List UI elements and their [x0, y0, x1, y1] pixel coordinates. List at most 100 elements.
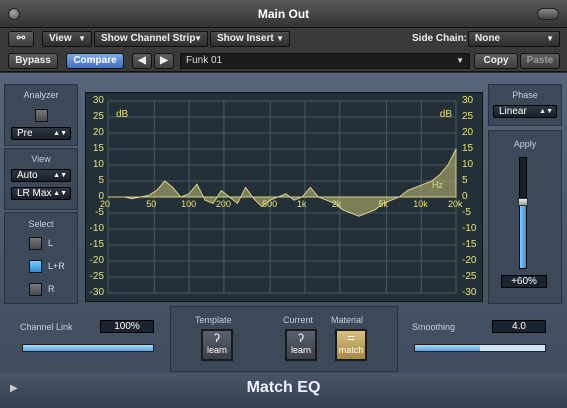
smoothing-value[interactable]: 4.0	[492, 320, 546, 333]
db-tick-right: 25	[462, 111, 474, 122]
view-title: View	[31, 154, 51, 164]
view-scale-menu[interactable]: Auto ▲▼	[11, 169, 71, 182]
select-lr-checkbox[interactable]	[29, 260, 42, 273]
select-r-label: R	[48, 284, 55, 294]
channel-link-panel: Channel Link 100%	[4, 308, 166, 370]
channel-link-value[interactable]: 100%	[100, 320, 154, 333]
next-preset-button[interactable]: ▶	[154, 53, 174, 69]
compare-button[interactable]: Compare	[66, 53, 124, 69]
freq-tick: 10k	[413, 199, 428, 209]
copy-button[interactable]: Copy	[474, 53, 518, 69]
apply-panel: Apply +60%	[488, 130, 562, 304]
material-match-label: match	[338, 345, 364, 355]
db-tick-left: 25	[92, 111, 104, 122]
db-tick-right: -20	[462, 255, 477, 266]
db-tick-left: 15	[92, 143, 104, 154]
select-r-checkbox[interactable]	[29, 283, 42, 296]
db-tick-right: 20	[462, 127, 474, 138]
apply-slider-fill	[520, 202, 526, 268]
side-chain-menu[interactable]: None ▼	[468, 31, 560, 47]
template-learn-button[interactable]: ʔ learn	[201, 329, 233, 361]
db-tick-right: 15	[462, 143, 474, 154]
select-lr-label: L+R	[48, 261, 65, 271]
apply-slider[interactable]	[518, 157, 528, 269]
eq-curve	[108, 148, 457, 217]
equals-icon: =	[347, 330, 355, 345]
db-tick-left: -10	[89, 223, 104, 234]
preset-menu[interactable]: Funk 01 ▼	[180, 53, 470, 69]
toolbar-toggle-button[interactable]	[537, 8, 559, 20]
ear-icon: ʔ	[214, 331, 220, 345]
db-unit-left: dB	[116, 109, 129, 120]
toolbar-top: ⚯ View ▼ Show Channel Strip ▼ Show Insert ▼…	[0, 28, 567, 50]
chevron-down-icon: ▼	[456, 56, 464, 65]
db-tick-left: 30	[92, 95, 104, 106]
toolbar-bottom: Bypass Compare ◀ ▶ Funk 01 ▼ Copy Paste	[0, 50, 567, 72]
match-panel: Template ʔ learn Current ʔ learn Materia…	[170, 306, 398, 372]
current-learn-label: learn	[290, 345, 311, 355]
freq-tick: 20	[100, 199, 111, 209]
db-tick-right: -5	[462, 207, 471, 218]
view-channels-menu[interactable]: LR Max ▲▼	[11, 187, 71, 200]
side-chain-label: Side Chain:	[412, 33, 468, 44]
db-tick-right: 5	[462, 175, 468, 186]
previous-preset-button[interactable]: ◀	[132, 53, 152, 69]
analyzer-panel: Analyzer Pre ▲▼	[4, 84, 78, 146]
db-tick-left: 20	[92, 127, 104, 138]
apply-title: Apply	[513, 139, 537, 149]
db-tick-right: 10	[462, 159, 474, 170]
db-tick-right: 0	[462, 191, 468, 202]
eq-graph[interactable]: dB dB Hz 30 30 25 25 20 20 15 15 10 10 5 5 0 0 -5 -5 -10…	[85, 92, 483, 302]
smoothing-slider[interactable]	[414, 344, 546, 352]
db-tick-right: -15	[462, 239, 477, 250]
phase-panel: Phase Linear ▲▼	[488, 84, 562, 126]
view-menu[interactable]: View ▼	[42, 31, 92, 47]
template-learn-label: learn	[206, 345, 227, 355]
select-panel: Select L L+R R	[4, 212, 78, 304]
db-tick-right: 30	[462, 95, 474, 106]
ear-icon: ʔ	[298, 331, 304, 345]
db-tick-left: -30	[89, 287, 104, 298]
material-title: Material	[331, 315, 364, 325]
analyzer-toggle[interactable]	[35, 109, 48, 122]
freq-tick: 20k	[448, 199, 463, 209]
paste-button[interactable]: Paste	[520, 53, 560, 69]
arrow-left-icon: ◀	[138, 55, 146, 66]
phase-title: Phase	[512, 90, 538, 100]
db-unit-right: dB	[439, 109, 452, 120]
freq-tick: 1k	[296, 199, 307, 209]
select-l-checkbox[interactable]	[29, 237, 42, 250]
db-tick-left: 5	[98, 175, 104, 186]
apply-value[interactable]: +60%	[501, 275, 547, 288]
db-tick-left: -20	[89, 255, 104, 266]
freq-tick: 2k	[331, 199, 342, 209]
smoothing-panel: Smoothing 4.0	[400, 308, 562, 370]
freq-tick: 200	[215, 199, 231, 209]
smoothing-slider-fill	[415, 345, 480, 351]
show-insert-menu[interactable]: Show Insert ▼	[210, 31, 290, 47]
select-title: Select	[28, 219, 54, 229]
plugin-footer: ▶ Match EQ	[0, 373, 567, 408]
bypass-button[interactable]: Bypass	[8, 53, 58, 69]
channel-link-title: Channel Link	[20, 322, 73, 332]
db-tick-right: -30	[462, 287, 477, 298]
phase-menu[interactable]: Linear ▲▼	[493, 105, 557, 118]
show-channel-strip-menu[interactable]: Show Channel Strip ▼	[94, 31, 208, 47]
arrow-right-icon: ▶	[160, 55, 168, 66]
eq-curve-display	[107, 100, 457, 294]
freq-tick: 5k	[378, 199, 388, 209]
current-title: Current	[283, 315, 314, 325]
link-icon: ⚯	[16, 33, 26, 44]
freq-tick: 50	[146, 199, 157, 209]
view-panel: View Auto ▲▼ LR Max ▲▼	[4, 148, 78, 210]
current-learn-button[interactable]: ʔ learn	[285, 329, 317, 361]
db-tick-right: -25	[462, 271, 477, 282]
channel-link-slider-fill	[23, 345, 153, 351]
apply-slider-knob[interactable]	[518, 198, 528, 206]
channel-link-slider[interactable]	[22, 344, 154, 352]
template-title: Template	[195, 315, 232, 325]
hz-unit: Hz	[432, 180, 443, 190]
material-match-button[interactable]: = match	[335, 329, 367, 361]
analyzer-mode-menu[interactable]: Pre ▲▼	[11, 127, 71, 140]
link-button[interactable]: ⚯	[8, 31, 34, 47]
